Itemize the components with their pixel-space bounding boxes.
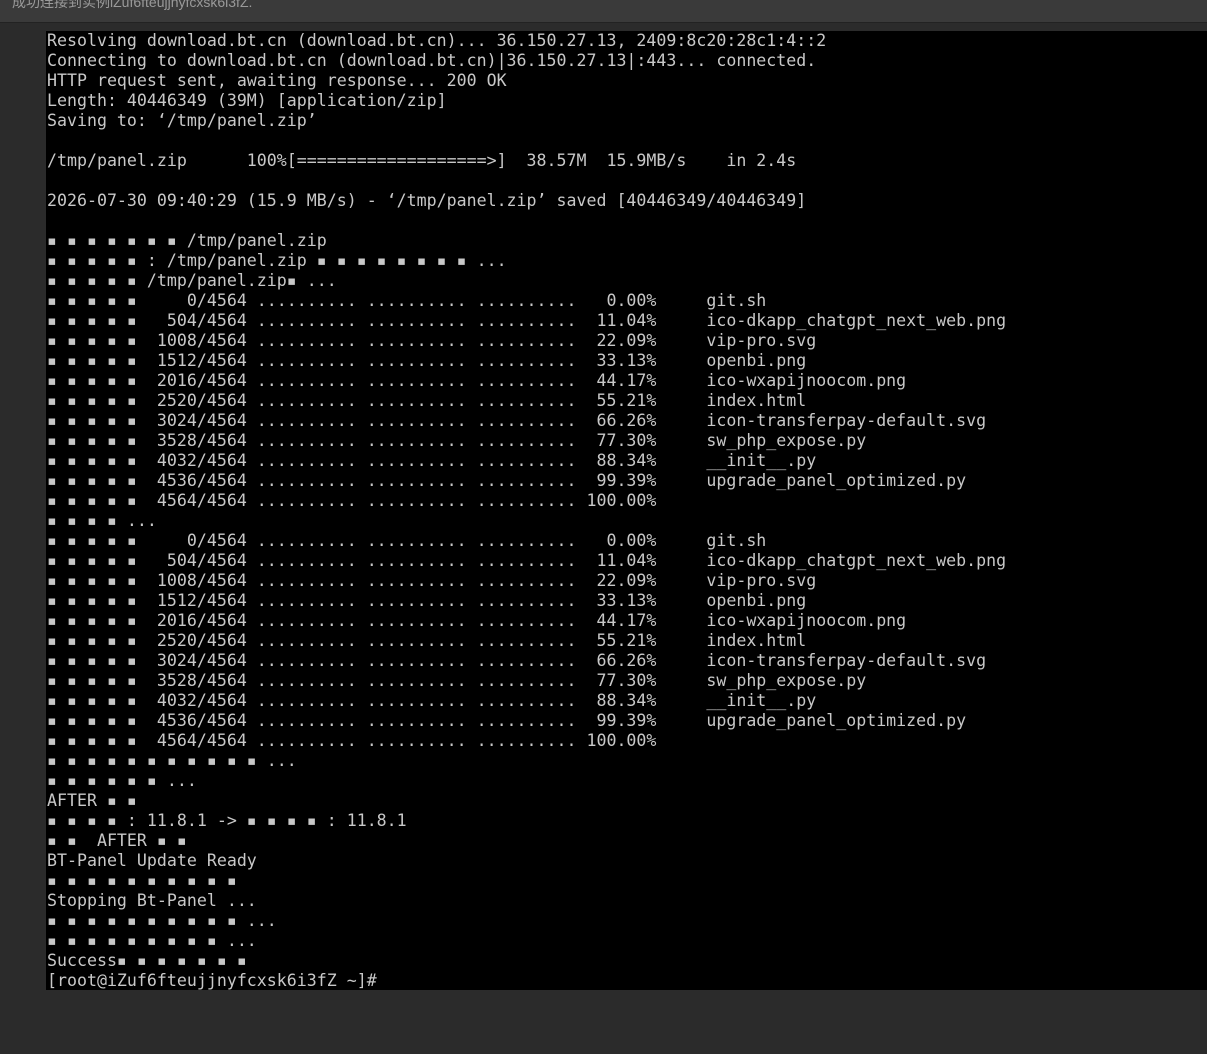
connection-status-text: 成功连接到实例iZuf6fteujjnyfcxsk6i3fZ. (12, 0, 253, 10)
terminal-line: ▪ ▪ ▪ ▪ ▪ 2016/4564 .......... .........… (47, 371, 907, 390)
terminal-line: /tmp/panel.zip 100%[===================>… (47, 151, 797, 170)
terminal-line: ▪ ▪ ▪ ▪ ▪ 4564/4564 .......... .........… (47, 731, 657, 750)
terminal-line: ▪ ▪ ▪ ▪ ▪ /tmp/panel.zip▪ ... (47, 271, 337, 290)
terminal-line: ▪ ▪ ▪ ▪ ▪ 1512/4564 .......... .........… (47, 591, 807, 610)
terminal-screen[interactable]: Resolving download.bt.cn (download.bt.cn… (46, 31, 1207, 990)
terminal-line: ▪ ▪ ▪ ▪ ... (47, 511, 157, 530)
terminal-line: ▪ ▪ ▪ ▪ ▪ ▪ ▪ ▪ ▪ ▪ ... (47, 911, 277, 930)
terminal-line: ▪ ▪ ▪ ▪ ▪ 0/4564 .......... .......... .… (47, 531, 767, 550)
connection-status-bar: 成功连接到实例iZuf6fteujjnyfcxsk6i3fZ. (0, 0, 1207, 23)
terminal-line: ▪ ▪ ▪ ▪ ▪ 504/4564 .......... ..........… (47, 311, 1007, 330)
terminal-line: ▪ ▪ ▪ ▪ ▪ : /tmp/panel.zip ▪ ▪ ▪ ▪ ▪ ▪ ▪… (47, 251, 507, 270)
terminal-line: ▪ ▪ ▪ ▪ ▪ 504/4564 .......... ..........… (47, 551, 1007, 570)
terminal-line: ▪ ▪ ▪ ▪ ▪ 3528/4564 .......... .........… (47, 671, 867, 690)
terminal-line: ▪ ▪ ▪ ▪ ▪ ▪ ▪ ▪ ▪ ▪ ▪ ... (47, 751, 297, 770)
terminal-line: Stopping Bt-Panel ... (47, 891, 257, 910)
terminal-line: ▪ ▪ ▪ ▪ ▪ ▪ ▪ ▪ ▪ ... (47, 931, 257, 950)
terminal-line: ▪ ▪ AFTER ▪ ▪ (47, 831, 187, 850)
terminal-output: Resolving download.bt.cn (download.bt.cn… (46, 31, 1207, 990)
terminal-line: ▪ ▪ ▪ ▪ ▪ 3528/4564 .......... .........… (47, 431, 867, 450)
terminal-line: ▪ ▪ ▪ ▪ ▪ 4032/4564 .......... .........… (47, 691, 817, 710)
terminal-line: ▪ ▪ ▪ ▪ ▪ ▪ ▪ /tmp/panel.zip (47, 231, 327, 250)
terminal-line: ▪ ▪ ▪ ▪ ▪ 1008/4564 .......... .........… (47, 331, 817, 350)
terminal-line: ▪ ▪ ▪ ▪ ▪ ▪ ▪ ▪ ▪ ▪ (47, 871, 237, 890)
terminal-line: ▪ ▪ ▪ ▪ ▪ 2520/4564 .......... .........… (47, 391, 807, 410)
terminal-line: ▪ ▪ ▪ ▪ ▪ ▪ ... (47, 771, 197, 790)
terminal-line: ▪ ▪ ▪ ▪ ▪ 4536/4564 .......... .........… (47, 471, 967, 490)
terminal-line: ▪ ▪ ▪ ▪ ▪ 4536/4564 .......... .........… (47, 711, 967, 730)
terminal-line: ▪ ▪ ▪ ▪ ▪ 2016/4564 .......... .........… (47, 611, 907, 630)
terminal-line: ▪ ▪ ▪ ▪ ▪ 0/4564 .......... .......... .… (47, 291, 767, 310)
terminal-line: ▪ ▪ ▪ ▪ ▪ 2520/4564 .......... .........… (47, 631, 807, 650)
terminal-line: Saving to: ‘/tmp/panel.zip’ (47, 111, 317, 130)
terminal-line: ▪ ▪ ▪ ▪ ▪ 1008/4564 .......... .........… (47, 571, 817, 590)
terminal-line: Success▪ ▪ ▪ ▪ ▪ ▪ ▪ (47, 951, 247, 970)
terminal-line: [root@iZuf6fteujjnyfcxsk6i3fZ ~]# (47, 971, 377, 990)
terminal-line: AFTER ▪ ▪ (47, 791, 137, 810)
terminal-line: ▪ ▪ ▪ ▪ ▪ 4564/4564 .......... .........… (47, 491, 657, 510)
terminal-line: HTTP request sent, awaiting response... … (47, 71, 507, 90)
terminal-line: 2026-07-30 09:40:29 (15.9 MB/s) - ‘/tmp/… (47, 191, 807, 210)
terminal-line: Connecting to download.bt.cn (download.b… (47, 51, 817, 70)
terminal-line: ▪ ▪ ▪ ▪ ▪ 3024/4564 .......... .........… (47, 411, 987, 430)
terminal-line: ▪ ▪ ▪ ▪ ▪ 3024/4564 .......... .........… (47, 651, 987, 670)
terminal-line: Resolving download.bt.cn (download.bt.cn… (47, 31, 827, 50)
terminal-line: BT-Panel Update Ready (47, 851, 257, 870)
terminal-line: ▪ ▪ ▪ ▪ ▪ 1512/4564 .......... .........… (47, 351, 807, 370)
terminal-line: Length: 40446349 (39M) [application/zip] (47, 91, 447, 110)
terminal-line: ▪ ▪ ▪ ▪ ▪ 4032/4564 .......... .........… (47, 451, 817, 470)
terminal-line: ▪ ▪ ▪ ▪ : 11.8.1 -> ▪ ▪ ▪ ▪ : 11.8.1 (47, 811, 407, 830)
